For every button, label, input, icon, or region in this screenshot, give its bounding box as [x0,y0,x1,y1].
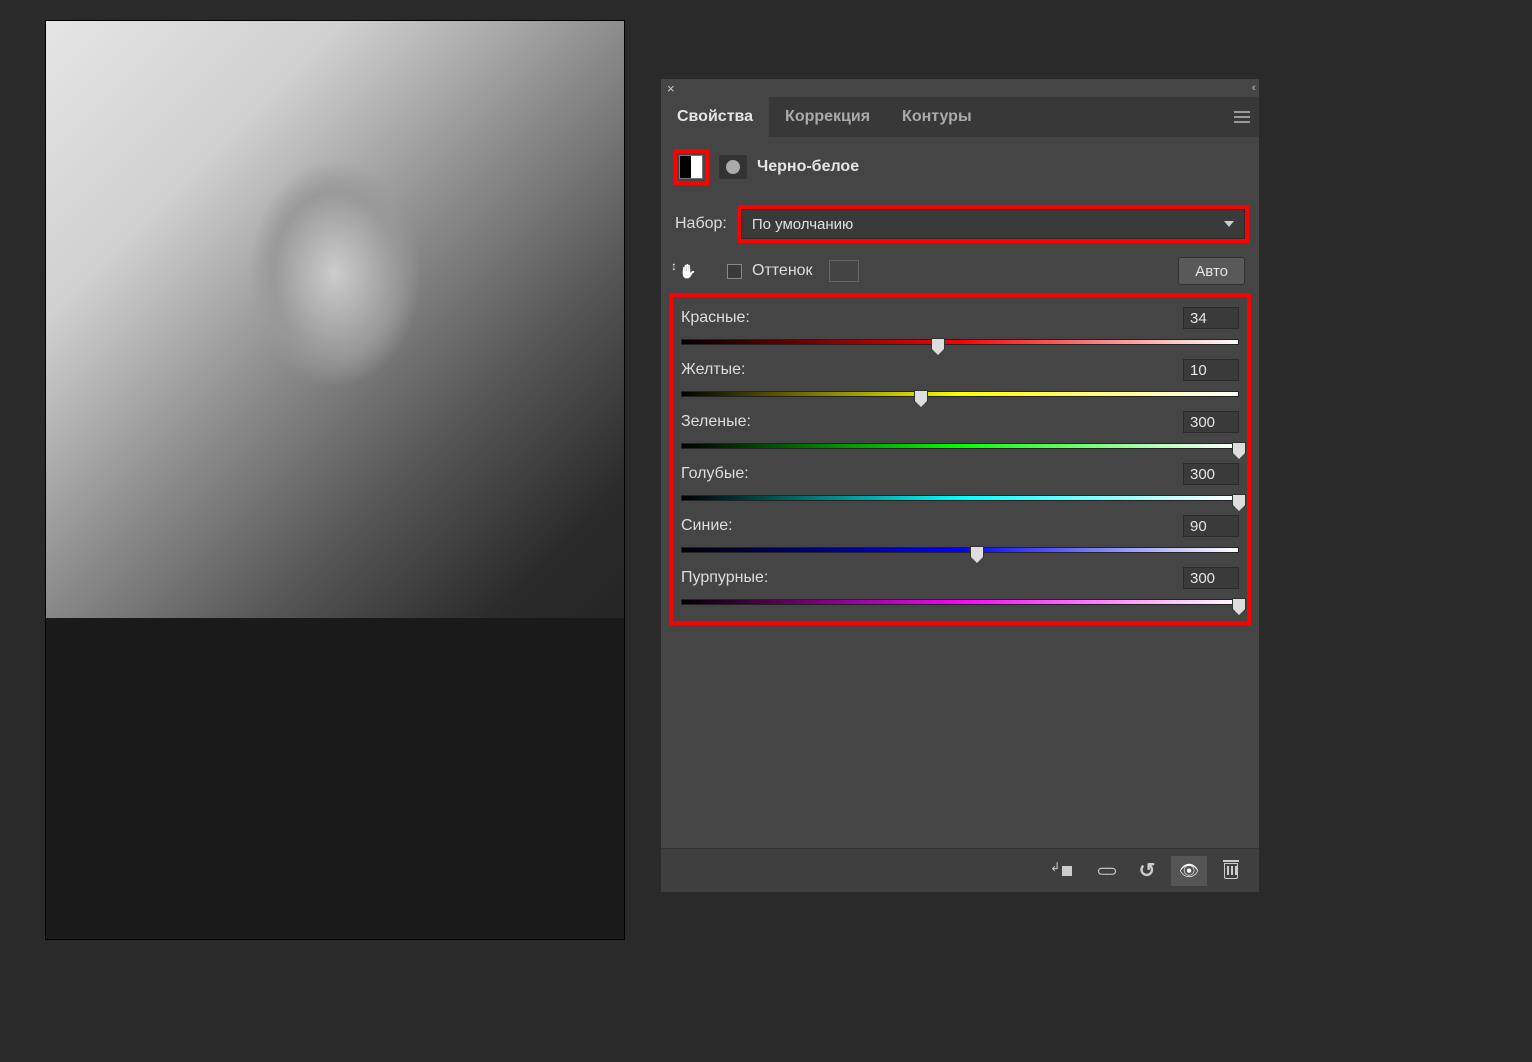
view-previous-icon[interactable] [1087,856,1123,886]
document-canvas[interactable] [45,20,625,940]
preset-row: Набор: По умолчанию [661,199,1259,249]
slider-cyans-label: Голубые: [681,465,749,483]
adjustment-header: Черно-белое [661,137,1259,199]
tint-row: Оттенок Авто [661,249,1259,289]
slider-greens: Зеленые: [677,405,1243,457]
preset-label: Набор: [675,215,727,233]
slider-reds: Красные: [677,301,1243,353]
tint-checkbox[interactable] [727,264,742,279]
slider-greens-value[interactable] [1183,411,1239,433]
panel-titlebar: × ‹‹ [661,79,1259,97]
highlight-preset: По умолчанию [737,205,1249,243]
tint-color-swatch[interactable] [829,260,859,282]
collapse-panel-icon[interactable]: ‹‹ [1252,82,1253,94]
slider-cyans-thumb[interactable] [1232,494,1246,506]
visibility-icon[interactable] [1171,856,1207,886]
trash-icon[interactable] [1213,856,1249,886]
highlight-adjustment-icon [673,149,709,185]
reset-icon[interactable] [1129,856,1165,886]
slider-reds-label: Красные: [681,309,750,327]
slider-yellows: Желтые: [677,353,1243,405]
slider-reds-track[interactable] [681,335,1239,349]
tab-adjustments[interactable]: Коррекция [769,97,886,137]
slider-magentas: Пурпурные: [677,561,1243,613]
slider-magentas-value[interactable] [1183,567,1239,589]
slider-blues-label: Синие: [681,517,733,535]
slider-reds-value[interactable] [1183,307,1239,329]
slider-blues-value[interactable] [1183,515,1239,537]
slider-yellows-label: Желтые: [681,361,745,379]
targeted-adjust-icon[interactable] [675,259,699,283]
adjustment-name: Черно-белое [757,158,859,176]
slider-cyans-value[interactable] [1183,463,1239,485]
slider-blues: Синие: [677,509,1243,561]
slider-blues-track[interactable] [681,543,1239,557]
properties-panel: × ‹‹ Свойства Коррекция Контуры Черно-бе… [660,78,1260,893]
highlight-sliders: Красные: Желтые: Зеленые: [669,293,1251,625]
slider-magentas-label: Пурпурные: [681,569,768,587]
close-icon[interactable]: × [667,81,675,96]
slider-magentas-track[interactable] [681,595,1239,609]
slider-yellows-value[interactable] [1183,359,1239,381]
tint-label: Оттенок [752,262,813,280]
preset-value: По умолчанию [752,216,853,233]
auto-button[interactable]: Авто [1178,257,1245,285]
preset-dropdown[interactable]: По умолчанию [741,209,1245,239]
slider-blues-thumb[interactable] [970,546,984,558]
slider-reds-thumb[interactable] [931,338,945,350]
slider-cyans-track[interactable] [681,491,1239,505]
slider-greens-thumb[interactable] [1232,442,1246,454]
slider-yellows-track[interactable] [681,387,1239,401]
panel-tabs: Свойства Коррекция Контуры [661,97,1259,137]
panel-menu-icon[interactable] [1225,111,1259,123]
bw-adjustment-icon[interactable] [679,155,703,179]
slider-magentas-thumb[interactable] [1232,598,1246,610]
slider-greens-track[interactable] [681,439,1239,453]
tab-paths[interactable]: Контуры [886,97,988,137]
clip-to-layer-icon[interactable] [1045,856,1081,886]
slider-yellows-thumb[interactable] [914,390,928,402]
panel-footer [661,848,1259,892]
slider-greens-label: Зеленые: [681,413,751,431]
chevron-down-icon [1224,221,1234,227]
slider-cyans: Голубые: [677,457,1243,509]
tab-properties[interactable]: Свойства [661,97,769,137]
layer-mask-icon[interactable] [719,155,747,179]
